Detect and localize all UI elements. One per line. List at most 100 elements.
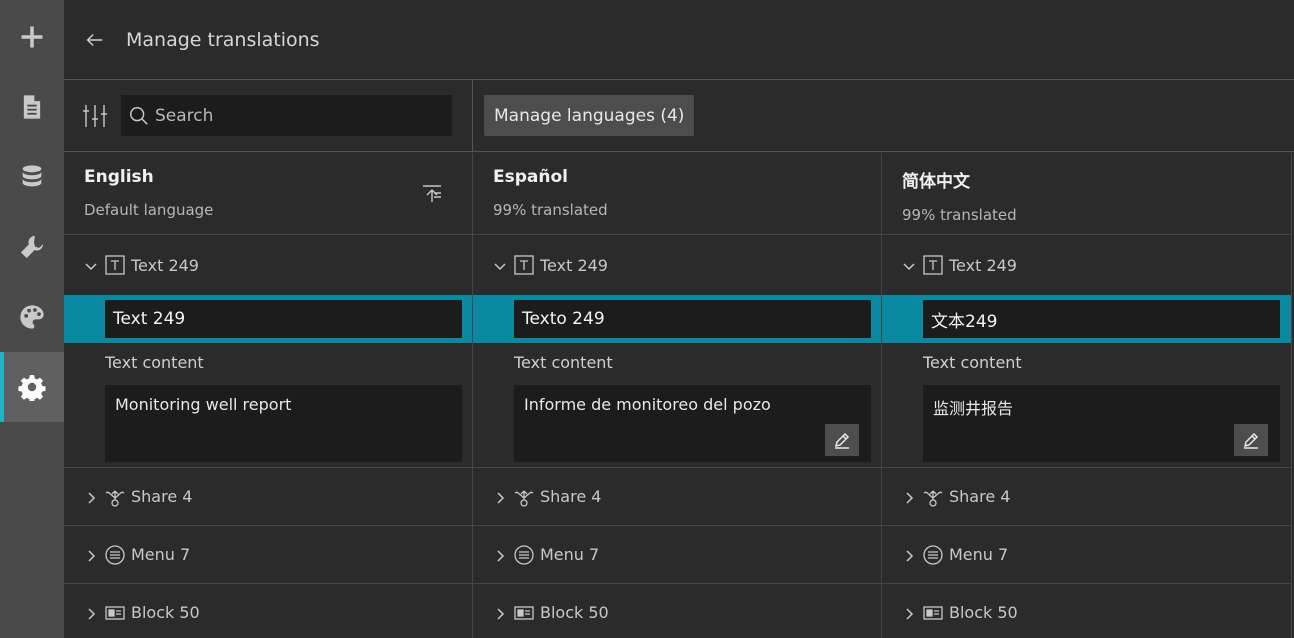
tree-item-share-4[interactable]: Share 4 xyxy=(64,468,472,526)
text-content-label: Text content xyxy=(514,353,613,372)
block-icon xyxy=(104,602,126,624)
menu-icon xyxy=(513,544,535,566)
edit-button[interactable] xyxy=(1234,424,1268,456)
language-column-english: English Default language Text 249 Text 2… xyxy=(64,153,473,638)
chevron-right-icon xyxy=(84,606,98,620)
page-header: Manage translations xyxy=(64,0,1294,80)
settings-button[interactable] xyxy=(0,352,64,422)
tree-item-label: Block 50 xyxy=(540,603,609,622)
language-status: 99% translated xyxy=(902,206,1017,224)
text-content-label: Text content xyxy=(923,353,1022,372)
chevron-right-icon xyxy=(84,490,98,504)
tree-item-menu-7[interactable]: Menu 7 xyxy=(64,526,472,584)
tree-item-text-249[interactable]: Text 249 xyxy=(64,235,472,295)
toolbar: Manage languages (4) xyxy=(64,80,1294,152)
text-widget-icon xyxy=(513,254,535,276)
language-status: 99% translated xyxy=(493,201,608,219)
share-icon xyxy=(513,486,535,508)
arrow-left-icon xyxy=(86,33,103,46)
text-content-field: 监测井报告 xyxy=(923,385,1280,462)
collapse-all-icon xyxy=(423,185,441,202)
tree-item-menu-7[interactable]: Menu 7 xyxy=(882,526,1291,584)
chevron-right-icon xyxy=(84,548,98,562)
back-button[interactable] xyxy=(64,0,126,80)
tree-item-label: Share 4 xyxy=(131,487,193,506)
text-content-field: Informe de monitoreo del pozo xyxy=(514,385,871,462)
item-name-field[interactable]: 文本249 xyxy=(923,300,1280,338)
text-content-value: 监测井报告 xyxy=(933,399,1014,418)
item-name-field[interactable]: Text 249 xyxy=(105,300,462,338)
theme-button[interactable] xyxy=(0,282,64,352)
content-block: Text content Monitoring well report xyxy=(64,343,472,468)
text-content-field: Monitoring well report xyxy=(105,385,462,462)
text-content-value: Informe de monitoreo del pozo xyxy=(524,395,771,414)
language-status: Default language xyxy=(84,201,214,219)
gear-icon xyxy=(18,375,46,401)
search-input[interactable] xyxy=(155,105,435,126)
chevron-right-icon xyxy=(902,548,916,562)
add-button[interactable] xyxy=(0,2,64,72)
block-icon xyxy=(513,602,535,624)
tree-item-text-249[interactable]: Text 249 xyxy=(882,235,1291,295)
palette-icon xyxy=(20,305,44,329)
tools-button[interactable] xyxy=(0,212,64,282)
toolbar-left xyxy=(64,80,473,151)
collapse-all-button[interactable] xyxy=(420,181,444,205)
share-icon xyxy=(104,486,126,508)
sliders-icon xyxy=(83,105,107,127)
pencil-icon xyxy=(834,432,850,449)
language-column-spanish: Español 99% translated Text 249 Texto 24… xyxy=(473,153,882,638)
language-name: 简体中文 xyxy=(902,172,970,192)
tree-item-block-50[interactable]: Block 50 xyxy=(64,584,472,638)
tree-item-share-4[interactable]: Share 4 xyxy=(882,468,1291,526)
tree-item-label: Text 249 xyxy=(131,255,199,275)
page-icon xyxy=(23,95,41,119)
menu-icon xyxy=(104,544,126,566)
search-icon xyxy=(130,106,148,125)
tree-item-text-249[interactable]: Text 249 xyxy=(473,235,881,295)
content-block: Text content 监测井报告 xyxy=(882,343,1291,468)
selected-item-band: Texto 249 xyxy=(473,295,881,343)
text-widget-icon xyxy=(922,254,944,276)
content-block: Text content Informe de monitoreo del po… xyxy=(473,343,881,468)
selected-item-band: Text 249 xyxy=(64,295,472,343)
language-name: Español xyxy=(493,167,568,187)
page-title: Manage translations xyxy=(126,28,320,51)
data-button[interactable] xyxy=(0,142,64,212)
tree-item-label: Share 4 xyxy=(540,487,602,506)
filter-button[interactable] xyxy=(80,102,110,130)
chevron-right-icon xyxy=(902,490,916,504)
page-button[interactable] xyxy=(0,72,64,142)
chevron-right-icon xyxy=(493,548,507,562)
share-icon xyxy=(922,486,944,508)
column-header: 简体中文 99% translated xyxy=(882,153,1291,235)
tree-item-label: Menu 7 xyxy=(949,545,1009,564)
tree-item-label: Block 50 xyxy=(949,603,1018,622)
block-icon xyxy=(922,602,944,624)
tree-item-label: Text 249 xyxy=(540,255,608,275)
item-name-field[interactable]: Texto 249 xyxy=(514,300,871,338)
language-name: English xyxy=(84,167,154,187)
text-content-label: Text content xyxy=(105,353,204,372)
edit-button[interactable] xyxy=(825,424,859,456)
search-box[interactable] xyxy=(121,95,452,136)
pencil-icon xyxy=(1243,432,1259,449)
selected-item-band: 文本249 xyxy=(882,295,1291,343)
chevron-right-icon xyxy=(493,490,507,504)
tree-item-block-50[interactable]: Block 50 xyxy=(473,584,881,638)
language-column-chinese: 简体中文 99% translated Text 249 文本249 Text … xyxy=(882,153,1292,638)
tree-item-block-50[interactable]: Block 50 xyxy=(882,584,1291,638)
plus-icon xyxy=(21,26,43,48)
tree-item-share-4[interactable]: Share 4 xyxy=(473,468,881,526)
chevron-down-icon xyxy=(84,258,98,272)
wrench-icon xyxy=(20,235,44,259)
tree-item-label: Menu 7 xyxy=(131,545,191,564)
tree-item-label: Menu 7 xyxy=(540,545,600,564)
tree-item-menu-7[interactable]: Menu 7 xyxy=(473,526,881,584)
tree-item-label: Text 249 xyxy=(949,255,1017,275)
chevron-down-icon xyxy=(493,258,507,272)
manage-languages-button[interactable]: Manage languages (4) xyxy=(484,95,695,136)
tree-item-label: Share 4 xyxy=(949,487,1011,506)
column-header: English Default language xyxy=(64,153,472,235)
chevron-down-icon xyxy=(902,258,916,272)
